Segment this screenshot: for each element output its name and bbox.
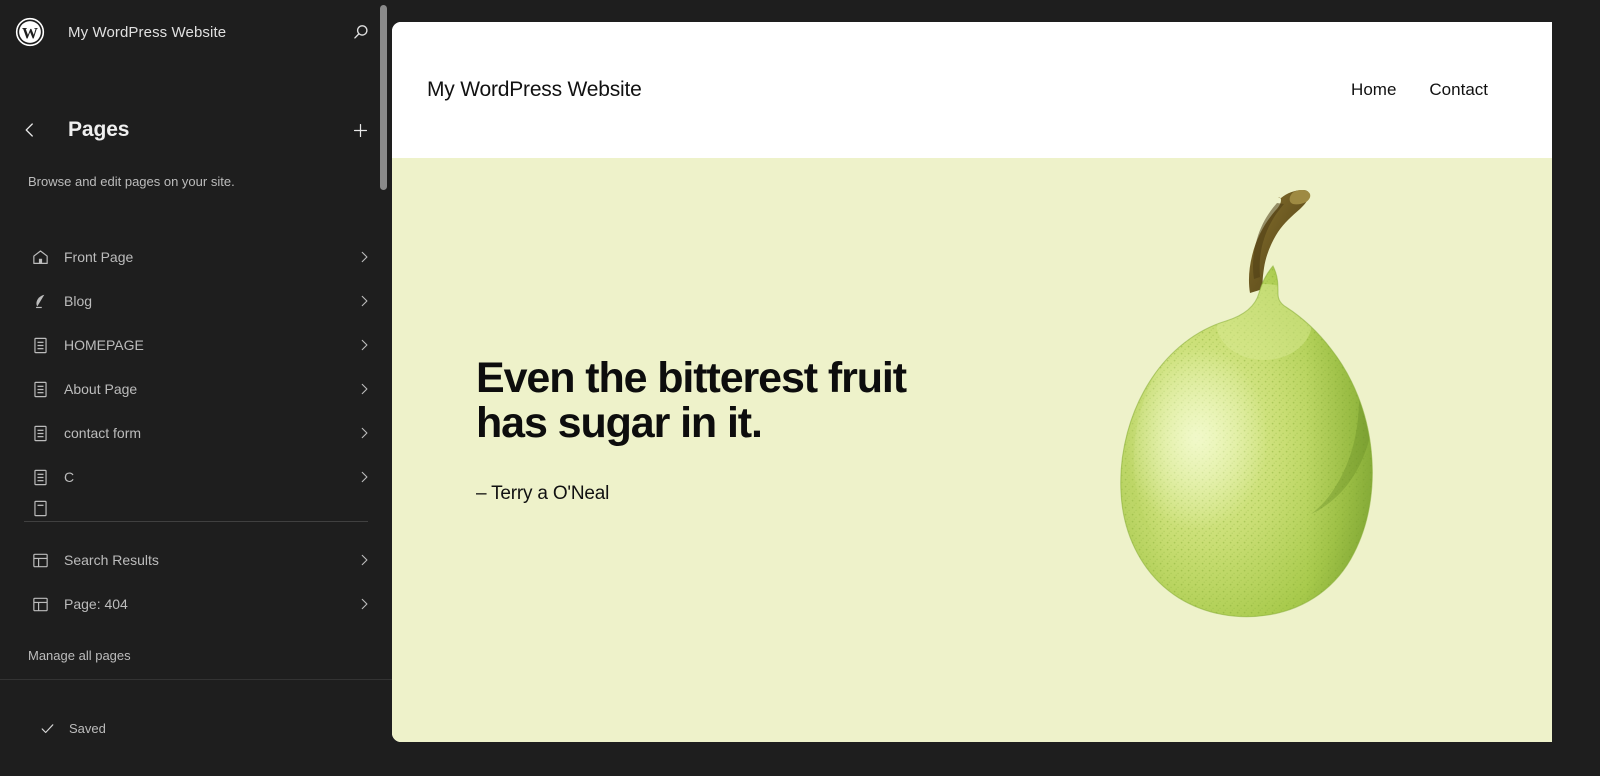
chevron-right-icon — [354, 335, 374, 355]
sidebar-item-blog[interactable]: Blog — [0, 279, 392, 323]
page-icon — [28, 499, 52, 521]
preview-site-title: My WordPress Website — [427, 78, 642, 101]
nav-link-home[interactable]: Home — [1351, 80, 1396, 100]
preview-site-header: My WordPress Website Home Contact — [392, 22, 1552, 158]
sidebar-scrollbar[interactable] — [380, 5, 387, 190]
editor-canvas: My WordPress Website Home Contact Even t… — [392, 0, 1600, 776]
sidebar-site-title: My WordPress Website — [68, 23, 227, 41]
sidebar-item-label: HOMEPAGE — [64, 337, 144, 354]
sidebar-top-bar: W My WordPress Website — [0, 0, 392, 64]
sidebar-item-label: Front Page — [64, 249, 134, 266]
site-editor-sidebar: W My WordPress Website Pages Browse and … — [0, 0, 392, 776]
chevron-right-icon — [354, 594, 374, 614]
hero-section: Even the bitterest fruit has sugar in it… — [392, 158, 1552, 742]
chevron-right-icon — [354, 467, 374, 487]
page-title: Pages — [68, 118, 130, 141]
home-icon — [28, 245, 52, 269]
pages-panel-header: Pages — [0, 106, 392, 154]
sidebar-item-label: Search Results — [64, 552, 159, 569]
sidebar-item-homepage[interactable]: HOMEPAGE — [0, 323, 392, 367]
preview-site-nav: Home Contact — [1351, 80, 1488, 100]
page-icon — [28, 377, 52, 401]
list-divider — [24, 521, 368, 523]
quill-icon — [28, 289, 52, 313]
sidebar-item-label: Page: 404 — [64, 596, 128, 613]
svg-text:W: W — [22, 26, 38, 43]
chevron-right-icon — [354, 423, 374, 443]
pear-illustration-icon — [1068, 170, 1398, 630]
manage-all-pages-link[interactable]: Manage all pages — [0, 648, 155, 663]
page-icon — [28, 333, 52, 357]
sidebar-item-label: contact form — [64, 425, 142, 442]
hero-quote-line-2: has sugar in it. — [476, 398, 763, 447]
search-icon[interactable] — [344, 16, 376, 48]
hero-text-block: Even the bitterest fruit has sugar in it… — [476, 356, 996, 505]
nav-link-contact[interactable]: Contact — [1429, 80, 1488, 100]
templates-list: Search Results Page: 404 — [0, 538, 392, 626]
pages-list: Front Page Blog HOMEPAGE About Page cont… — [0, 235, 392, 521]
save-status-button[interactable]: Saved — [36, 717, 106, 739]
sidebar-item-search-results[interactable]: Search Results — [0, 538, 392, 582]
sidebar-item-label: About Page — [64, 381, 138, 398]
hero-citation: – Terry a O'Neal — [476, 483, 610, 505]
site-preview-frame[interactable]: My WordPress Website Home Contact Even t… — [392, 22, 1552, 742]
sidebar-item-front-page[interactable]: Front Page — [0, 235, 392, 279]
plus-icon[interactable] — [344, 114, 376, 146]
sidebar-item-label: C — [64, 469, 75, 486]
wordpress-logo-icon[interactable]: W — [14, 16, 46, 48]
chevron-right-icon — [354, 379, 374, 399]
sidebar-footer: Saved — [0, 679, 392, 776]
sidebar-item-clipped[interactable] — [0, 499, 392, 521]
sidebar-item-c[interactable]: C — [0, 455, 392, 499]
panel-description: Browse and edit pages on your site. — [28, 174, 235, 189]
chevron-right-icon — [354, 247, 374, 267]
template-icon — [28, 592, 52, 616]
template-icon — [28, 548, 52, 572]
page-icon — [28, 465, 52, 489]
page-icon — [28, 421, 52, 445]
check-icon — [36, 717, 58, 739]
sidebar-item-about-page[interactable]: About Page — [0, 367, 392, 411]
sidebar-item-contact-form[interactable]: contact form — [0, 411, 392, 455]
sidebar-item-label: Blog — [64, 293, 93, 310]
save-status-label: Saved — [69, 720, 106, 736]
chevron-right-icon — [354, 550, 374, 570]
chevron-left-icon[interactable] — [14, 114, 46, 146]
sidebar-item-page-404[interactable]: Page: 404 — [0, 582, 392, 626]
admin-app: W My WordPress Website Pages Browse and … — [0, 0, 1600, 776]
hero-quote-line-1: Even the bitterest fruit — [476, 354, 907, 402]
chevron-right-icon — [354, 291, 374, 311]
